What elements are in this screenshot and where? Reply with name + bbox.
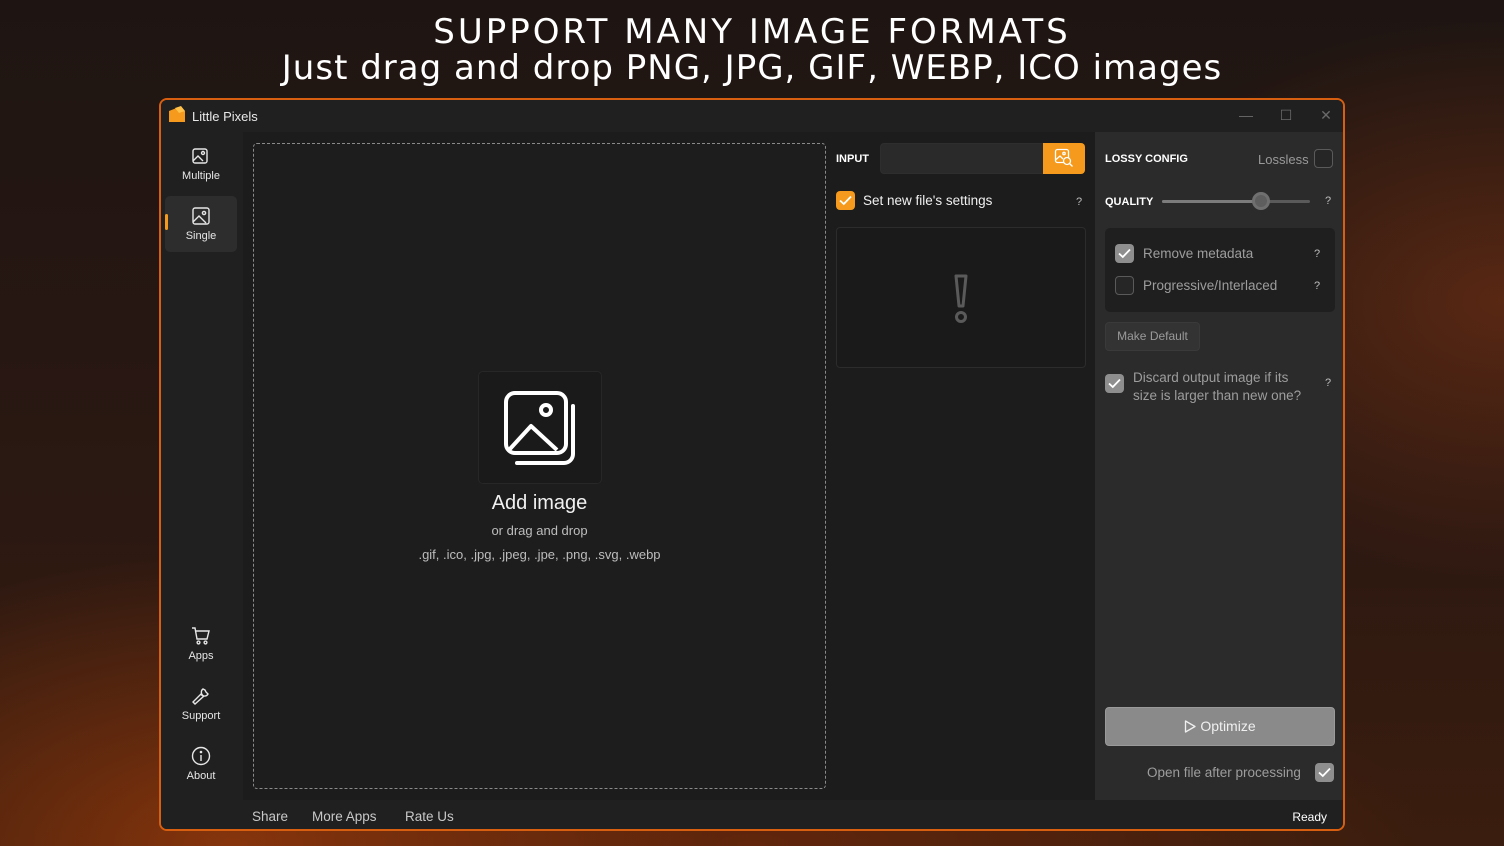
discard-output-label: Discard output image if its size is larg… bbox=[1133, 370, 1302, 403]
make-default-button[interactable]: Make Default bbox=[1105, 322, 1200, 351]
title-bar[interactable]: Little Pixels — ☐ ✕ bbox=[161, 100, 1343, 132]
nav-apps-label: Apps bbox=[188, 650, 214, 662]
remove-metadata-checkbox[interactable] bbox=[1115, 244, 1134, 263]
nav-about[interactable]: About bbox=[165, 736, 237, 792]
image-icon bbox=[192, 207, 210, 225]
cart-icon bbox=[192, 627, 210, 645]
quality-slider[interactable] bbox=[1162, 200, 1310, 203]
banner-headline: SUPPORT MANY IMAGE FORMATS bbox=[433, 12, 1071, 52]
drop-zone[interactable]: Add image or drag and drop .gif, .ico, .… bbox=[253, 143, 826, 789]
share-link[interactable]: Share bbox=[252, 809, 288, 824]
optimize-label: Optimize bbox=[1200, 718, 1256, 734]
help-icon[interactable]: ? bbox=[1072, 195, 1086, 209]
quality-label: QUALITY bbox=[1105, 196, 1154, 208]
add-image-title: Add image bbox=[491, 492, 588, 514]
config-panel: LOSSY CONFIG Lossless QUALITY ? Remove m… bbox=[1095, 132, 1343, 800]
nav-multiple-label: Multiple bbox=[182, 170, 220, 182]
progressive-label: Progressive/Interlaced bbox=[1143, 278, 1278, 293]
images-icon bbox=[192, 148, 208, 164]
lossless-checkbox[interactable] bbox=[1314, 149, 1333, 168]
check-icon bbox=[1118, 248, 1131, 259]
status-text: Ready bbox=[1292, 810, 1327, 824]
nav-apps[interactable]: Apps bbox=[165, 616, 237, 672]
add-image-button[interactable] bbox=[478, 371, 602, 484]
app-logo-icon bbox=[169, 106, 185, 122]
input-path-field[interactable] bbox=[880, 143, 1044, 174]
lossless-label: Lossless bbox=[1258, 152, 1309, 167]
lossy-config-title: LOSSY CONFIG bbox=[1105, 153, 1188, 165]
preview-panel bbox=[836, 227, 1086, 368]
wrench-icon bbox=[192, 688, 209, 705]
nav-single-label: Single bbox=[185, 230, 217, 242]
nav-multiple[interactable]: Multiple bbox=[165, 136, 237, 192]
remove-metadata-label: Remove metadata bbox=[1143, 246, 1254, 261]
minimize-button[interactable]: — bbox=[1231, 104, 1261, 126]
progressive-help-icon[interactable]: ? bbox=[1310, 279, 1324, 293]
exclamation-icon bbox=[954, 274, 968, 323]
set-new-settings-label: Set new file's settings bbox=[863, 193, 993, 208]
app-window: Little Pixels — ☐ ✕ Multiple Single Apps… bbox=[159, 98, 1345, 831]
info-icon bbox=[191, 746, 211, 766]
sidebar: Multiple Single Apps Support About bbox=[161, 132, 243, 800]
discard-help-icon[interactable]: ? bbox=[1321, 376, 1335, 390]
remove-metadata-help-icon[interactable]: ? bbox=[1310, 247, 1324, 261]
discard-output-checkbox[interactable] bbox=[1105, 374, 1124, 393]
set-new-settings-checkbox[interactable] bbox=[836, 191, 855, 210]
check-icon bbox=[1108, 378, 1121, 389]
status-bar: Share More Apps Rate Us Ready bbox=[161, 800, 1343, 829]
options-panel: Remove metadata ? Progressive/Interlaced… bbox=[1105, 228, 1335, 312]
input-label: INPUT bbox=[836, 153, 869, 165]
banner-subheadline: Just drag and drop PNG, JPG, GIF, WEBP, … bbox=[281, 48, 1223, 88]
nav-support-label: Support bbox=[181, 710, 221, 722]
quality-slider-thumb[interactable] bbox=[1252, 192, 1271, 210]
image-stack-icon bbox=[504, 391, 575, 465]
window-title: Little Pixels bbox=[192, 109, 258, 124]
more-apps-link[interactable]: More Apps bbox=[312, 809, 377, 824]
open-after-label: Open file after processing bbox=[1147, 765, 1301, 780]
open-after-checkbox[interactable] bbox=[1315, 763, 1334, 782]
play-icon bbox=[1185, 720, 1197, 733]
maximize-button[interactable]: ☐ bbox=[1271, 104, 1301, 126]
close-button[interactable]: ✕ bbox=[1311, 104, 1341, 126]
quality-help-icon[interactable]: ? bbox=[1321, 194, 1335, 208]
rate-us-link[interactable]: Rate Us bbox=[405, 809, 454, 824]
supported-formats: .gif, .ico, .jpg, .jpeg, .jpe, .png, .sv… bbox=[418, 547, 661, 562]
active-indicator bbox=[165, 214, 168, 230]
drag-drop-hint: or drag and drop bbox=[491, 523, 588, 538]
quality-slider-fill bbox=[1162, 200, 1262, 203]
main-area: Add image or drag and drop .gif, .ico, .… bbox=[243, 132, 1095, 800]
browse-button[interactable] bbox=[1043, 143, 1085, 174]
optimize-button[interactable]: Optimize bbox=[1105, 707, 1335, 746]
nav-about-label: About bbox=[186, 770, 216, 782]
nav-single[interactable]: Single bbox=[165, 196, 237, 252]
nav-support[interactable]: Support bbox=[165, 676, 237, 732]
progressive-checkbox[interactable] bbox=[1115, 276, 1134, 295]
browse-images-icon bbox=[1054, 148, 1073, 167]
check-icon bbox=[1318, 767, 1331, 778]
check-icon bbox=[839, 195, 852, 206]
